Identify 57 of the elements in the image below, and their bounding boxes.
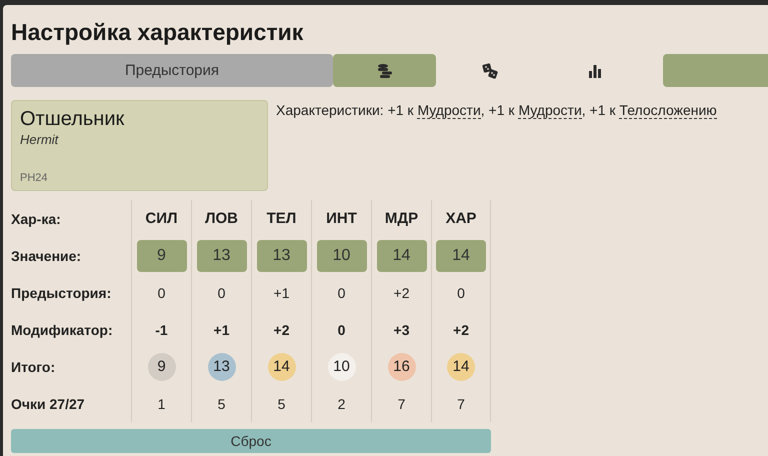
row-label: Предыстория:	[11, 284, 112, 300]
ability-header: ЛОВ	[204, 210, 238, 227]
ability-link[interactable]: Мудрости	[518, 102, 582, 119]
background-button[interactable]: Предыстория	[11, 54, 333, 87]
total-badge: 16	[388, 352, 416, 380]
source-label: PH24	[20, 172, 49, 184]
page-title: Настройка характеристик	[11, 18, 304, 47]
total-badge: 10	[328, 352, 356, 380]
background-bonus: +1	[274, 284, 290, 300]
point-cost: 1	[158, 396, 166, 412]
background-bonus: 0	[338, 284, 346, 300]
background-name: Отшельник	[20, 107, 126, 132]
total-badge: 9	[148, 352, 176, 380]
ability-link[interactable]: Телосложению	[619, 102, 717, 119]
score-value[interactable]: 13	[196, 240, 246, 272]
ability-header: ХАР	[446, 210, 476, 227]
point-cost: 7	[457, 396, 465, 412]
row-label: Модификатор:	[11, 322, 113, 338]
score-value[interactable]: 10	[316, 240, 366, 272]
dice-icon	[482, 62, 498, 78]
ability-header: ИНТ	[326, 210, 357, 227]
modifier-value: +3	[394, 322, 410, 338]
background-card[interactable]: Отшельник Hermit PH24	[11, 100, 268, 191]
coins-icon	[376, 62, 392, 78]
score-value[interactable]: 14	[436, 240, 486, 272]
background-bonus: +2	[394, 284, 410, 300]
ability-header: МДР	[384, 210, 418, 227]
modifier-value: +2	[274, 322, 290, 338]
ability-header: СИЛ	[145, 210, 178, 227]
score-value[interactable]: 13	[256, 240, 306, 272]
total-badge: 13	[208, 352, 236, 380]
score-value[interactable]: 14	[376, 240, 426, 272]
mode-tab[interactable]	[333, 54, 436, 87]
modifier-value: +2	[453, 322, 469, 338]
total-badge: 14	[268, 352, 296, 380]
modifier-value: -1	[155, 322, 168, 338]
total-badge: 14	[447, 352, 475, 380]
ability-link[interactable]: Мудрости	[417, 102, 481, 119]
score-value[interactable]: 9	[136, 240, 186, 272]
ability-bonus-text: Характеристики: +1 к Мудрости, +1 к Мудрости, +1 к Телосложению	[276, 102, 717, 121]
point-cost: 7	[398, 396, 406, 412]
bar-chart-icon	[588, 64, 602, 78]
background-bonus: 0	[218, 284, 226, 300]
modifier-value: +1	[214, 322, 230, 338]
background-original-name: Hermit	[20, 132, 60, 147]
reset-button[interactable]: Сброс	[11, 429, 491, 453]
point-cost: 2	[338, 396, 346, 412]
background-bonus: 0	[158, 284, 166, 300]
row-label: Очки 27/27	[11, 396, 85, 412]
point-cost: 5	[278, 396, 286, 412]
row-label: Хар-ка:	[11, 210, 61, 226]
point-cost: 5	[218, 396, 226, 412]
row-label: Итого:	[11, 358, 56, 374]
background-bonus: 0	[457, 284, 465, 300]
modifier-value: 0	[338, 322, 346, 338]
row-label: Значение:	[11, 248, 82, 264]
ability-header: ТЕЛ	[266, 210, 296, 227]
